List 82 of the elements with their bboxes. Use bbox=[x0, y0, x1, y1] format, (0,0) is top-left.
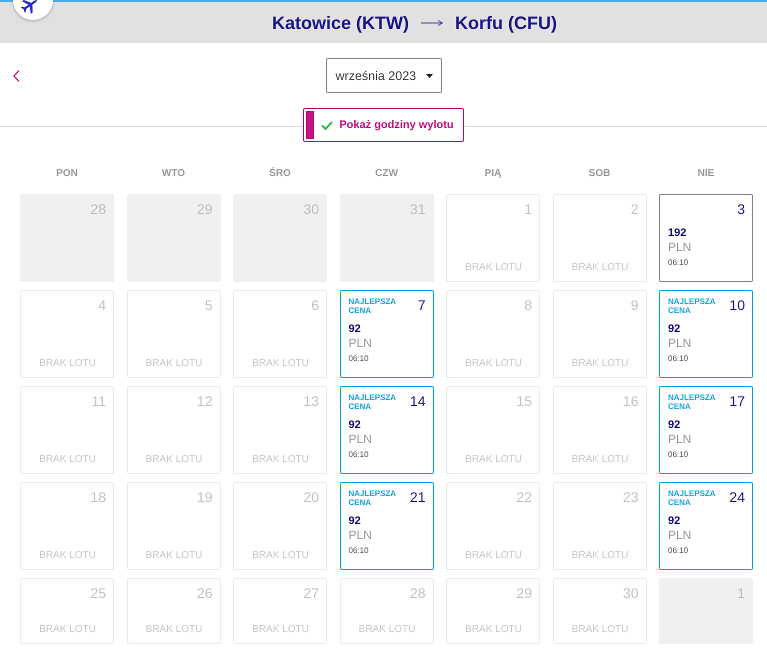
day-number: 23 bbox=[622, 489, 638, 505]
day-number: 19 bbox=[196, 489, 212, 505]
day-number: 28 bbox=[410, 585, 426, 601]
day-number: 8 bbox=[524, 297, 532, 313]
day-number: 2 bbox=[630, 201, 638, 217]
day-number: 27 bbox=[303, 585, 319, 601]
price: 92 bbox=[348, 323, 361, 336]
day-cell[interactable]: NAJLEPSZA CENA 17 92 PLN 06:10 bbox=[659, 386, 753, 474]
check-icon bbox=[321, 120, 334, 130]
day-number: 3 bbox=[737, 201, 745, 217]
weekday-label: ŚRO bbox=[269, 168, 291, 180]
day-number: 11 bbox=[91, 393, 106, 409]
price: 92 bbox=[348, 419, 361, 432]
price: 92 bbox=[348, 515, 361, 528]
departure-time: 06:10 bbox=[668, 449, 688, 460]
caret-icon bbox=[426, 74, 432, 78]
show-times-toggle[interactable]: Pokaż godziny wylotu bbox=[303, 108, 464, 142]
price: 192 bbox=[668, 227, 686, 240]
day-cell[interactable]: NAJLEPSZA CENA 24 92 PLN 06:10 bbox=[659, 482, 753, 570]
day-number: 20 bbox=[303, 489, 319, 505]
weekday-label: NIE bbox=[698, 168, 714, 180]
day-number: 26 bbox=[196, 585, 212, 601]
departure-time: 06:10 bbox=[668, 545, 688, 556]
day-number: 5 bbox=[204, 297, 212, 313]
origin-city: Katowice (KTW) bbox=[272, 12, 409, 34]
day-number: 18 bbox=[90, 489, 106, 505]
day-number: 6 bbox=[311, 297, 319, 313]
price: 92 bbox=[668, 323, 680, 336]
weekday-label: PON bbox=[56, 168, 78, 180]
departure-time: 06:10 bbox=[668, 257, 688, 268]
day-number: 24 bbox=[729, 489, 745, 505]
day-cell[interactable]: NAJLEPSZA CENA 7 92 PLN 06:10 bbox=[340, 290, 434, 378]
arrow-icon bbox=[421, 20, 443, 26]
day-number: 21 bbox=[410, 489, 426, 505]
day-number: 25 bbox=[90, 585, 106, 601]
day-number: 14 bbox=[410, 393, 426, 409]
day-cell[interactable]: 3 192 PLN 06:10 bbox=[659, 194, 753, 282]
weekday-label: SOB bbox=[588, 168, 610, 180]
departure-time: 06:10 bbox=[348, 353, 369, 364]
price: 92 bbox=[668, 419, 680, 432]
price: 92 bbox=[668, 515, 680, 528]
weekday-label: WTO bbox=[162, 168, 186, 180]
departure-time: 06:10 bbox=[348, 449, 369, 460]
day-number: 12 bbox=[196, 393, 212, 409]
best-price-label: NAJLEPSZA CENA bbox=[348, 393, 397, 411]
currency: PLN bbox=[348, 528, 372, 542]
currency: PLN bbox=[668, 528, 692, 542]
day-cell[interactable]: NAJLEPSZA CENA 10 92 PLN 06:10 bbox=[659, 290, 753, 378]
currency: PLN bbox=[668, 240, 692, 254]
day-number: 4 bbox=[98, 297, 106, 313]
destination-city: Korfu (CFU) bbox=[455, 12, 557, 34]
best-price-label: NAJLEPSZA CENA bbox=[348, 297, 397, 315]
day-number: 16 bbox=[622, 393, 638, 409]
currency: PLN bbox=[348, 336, 372, 350]
day-number: 10 bbox=[729, 297, 745, 313]
currency: PLN bbox=[348, 432, 372, 446]
departure-time: 06:10 bbox=[348, 545, 369, 556]
day-number: 7 bbox=[418, 297, 426, 313]
day-number: 15 bbox=[516, 393, 532, 409]
previous-month-button[interactable] bbox=[12, 68, 21, 82]
day-number: 29 bbox=[516, 585, 532, 601]
best-price-label: NAJLEPSZA CENA bbox=[668, 393, 716, 411]
day-cell[interactable]: NAJLEPSZA CENA 14 92 PLN 06:10 bbox=[340, 386, 434, 474]
plane-logo-icon[interactable] bbox=[13, 0, 53, 20]
day-number: 17 bbox=[729, 393, 745, 409]
day-cell[interactable]: NAJLEPSZA CENA 21 92 PLN 06:10 bbox=[340, 482, 434, 570]
month-dropdown[interactable]: września 2023 bbox=[326, 58, 442, 93]
best-price-label: NAJLEPSZA CENA bbox=[668, 489, 716, 507]
accent-bar bbox=[306, 111, 314, 139]
weekday-label: PIĄ bbox=[484, 168, 502, 180]
day-number: 1 bbox=[524, 201, 532, 217]
best-price-label: NAJLEPSZA CENA bbox=[348, 489, 397, 507]
chevron-left-icon bbox=[13, 70, 20, 82]
day-number: 13 bbox=[303, 393, 319, 409]
departure-time: 06:10 bbox=[668, 353, 688, 364]
best-price-label: NAJLEPSZA CENA bbox=[668, 297, 716, 315]
day-number: 22 bbox=[516, 489, 532, 505]
currency: PLN bbox=[668, 336, 692, 350]
day-number: 9 bbox=[630, 297, 638, 313]
weekday-label: CZW bbox=[375, 168, 398, 180]
day-number: 30 bbox=[622, 585, 638, 601]
currency: PLN bbox=[668, 432, 692, 446]
